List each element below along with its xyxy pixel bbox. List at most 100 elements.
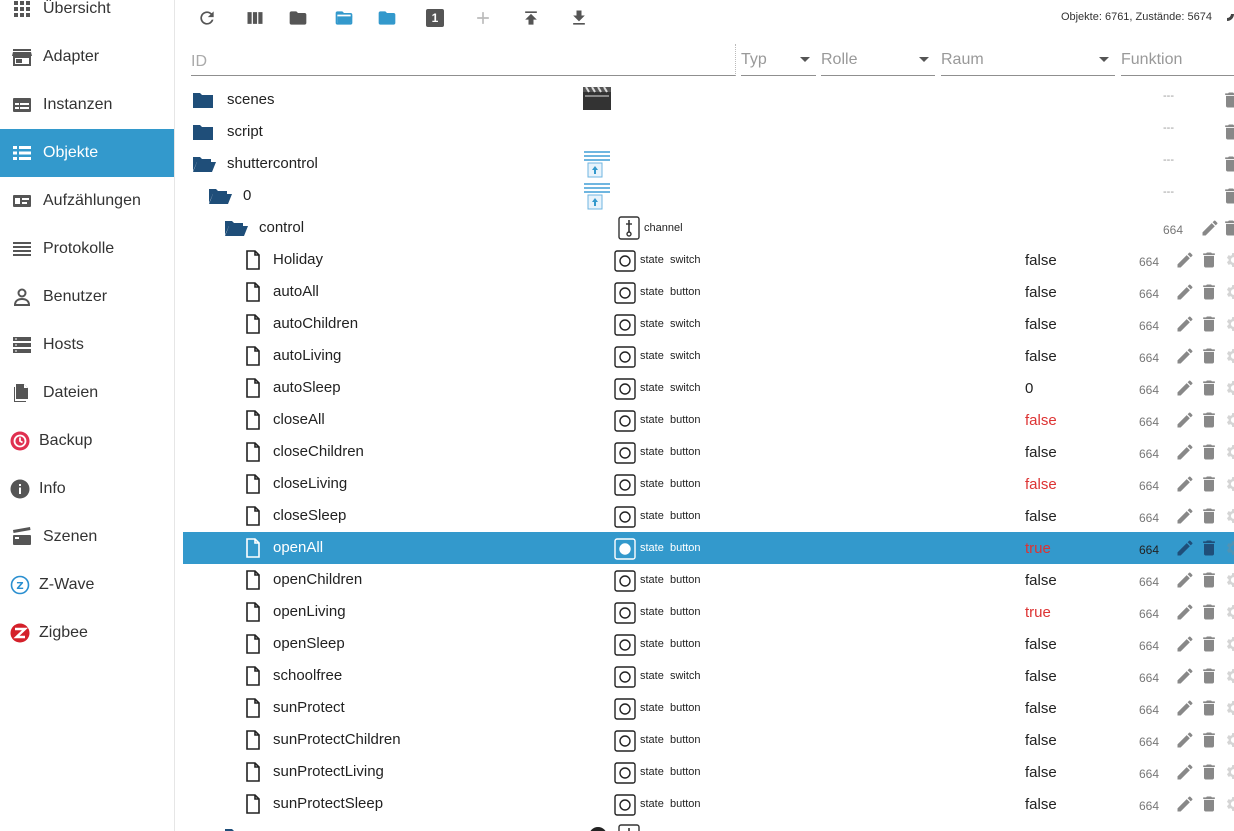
sidebar-item-dateien[interactable]: Dateien xyxy=(0,369,174,417)
object-value[interactable]: false xyxy=(1025,348,1057,365)
delete-icon[interactable] xyxy=(1221,154,1234,174)
object-value[interactable]: false xyxy=(1025,316,1057,333)
upload-button[interactable] xyxy=(519,6,543,30)
gear-icon[interactable] xyxy=(1223,410,1234,430)
tree-row-state[interactable]: openLiving state button true 664 xyxy=(183,596,1234,628)
gear-icon[interactable] xyxy=(1223,250,1234,270)
gear-icon[interactable] xyxy=(1223,570,1234,590)
columns-button[interactable] xyxy=(243,6,267,30)
object-value[interactable]: false xyxy=(1025,764,1057,781)
edit-icon[interactable] xyxy=(1175,410,1195,430)
function-filter[interactable]: Funktion xyxy=(1121,44,1234,76)
id-filter[interactable] xyxy=(191,44,736,76)
type-filter[interactable]: Typ xyxy=(741,44,816,76)
edit-icon[interactable] xyxy=(1200,218,1220,238)
delete-icon[interactable] xyxy=(1199,730,1219,750)
delete-icon[interactable] xyxy=(1199,634,1219,654)
tree-row-folder[interactable]: scenes --- xyxy=(183,84,1234,116)
gear-icon[interactable] xyxy=(1223,794,1234,814)
tree-row-state[interactable]: openSleep state button false 664 xyxy=(183,628,1234,660)
tree-row-state[interactable]: sunProtectSleep state button false 664 xyxy=(183,788,1234,820)
object-value[interactable]: false xyxy=(1025,444,1057,461)
edit-icon[interactable] xyxy=(1175,442,1195,462)
sidebar-item-z-wave[interactable]: Z Z-Wave xyxy=(0,561,174,609)
tree-row-state[interactable]: Holiday state switch false 664 xyxy=(183,244,1234,276)
delete-icon[interactable] xyxy=(1199,570,1219,590)
collapse-all-button[interactable] xyxy=(286,6,310,30)
sidebar-item-zigbee[interactable]: Zigbee xyxy=(0,609,174,657)
delete-icon[interactable] xyxy=(1199,762,1219,782)
edit-icon[interactable] xyxy=(1175,634,1195,654)
tree-row-state[interactable]: closeSleep state button false 664 xyxy=(183,500,1234,532)
object-value[interactable]: false xyxy=(1025,476,1057,493)
tree-row-folder[interactable]: control channel 664 xyxy=(183,212,1234,244)
tree-row-state[interactable]: closeChildren state button false 664 xyxy=(183,436,1234,468)
id-filter-input[interactable] xyxy=(191,44,735,74)
delete-icon[interactable] xyxy=(1221,218,1234,238)
tree-row-folder[interactable]: script --- xyxy=(183,116,1234,148)
edit-icon[interactable] xyxy=(1175,698,1195,718)
edit-icon[interactable] xyxy=(1175,538,1195,558)
gear-icon[interactable] xyxy=(1223,282,1234,302)
object-value[interactable]: true xyxy=(1025,604,1051,621)
refresh-button[interactable] xyxy=(195,6,219,30)
add-object-button[interactable] xyxy=(471,6,495,30)
gear-icon[interactable] xyxy=(1223,538,1234,558)
tree-row-state[interactable]: sunProtectChildren state button false 664 xyxy=(183,724,1234,756)
object-value[interactable]: false xyxy=(1025,796,1057,813)
object-value[interactable]: false xyxy=(1025,284,1057,301)
edit-icon[interactable] xyxy=(1175,730,1195,750)
sidebar-item-objekte[interactable]: Objekte xyxy=(0,129,174,177)
sidebar-item-instanzen[interactable]: Instanzen xyxy=(0,81,174,129)
edit-icon[interactable] xyxy=(1175,762,1195,782)
tree-row-state[interactable]: closeLiving state button false 664 xyxy=(183,468,1234,500)
room-filter[interactable]: Raum xyxy=(941,44,1115,76)
edit-icon[interactable] xyxy=(1175,666,1195,686)
tree-row-state[interactable]: openAll state button true 664 xyxy=(183,532,1234,564)
delete-icon[interactable] xyxy=(1199,314,1219,334)
tree-row-state[interactable]: sunProtectLiving state button false 664 xyxy=(183,756,1234,788)
tree-row-folder[interactable]: shuttercontrol --- xyxy=(183,148,1234,180)
delete-icon[interactable] xyxy=(1199,602,1219,622)
tree-row-state[interactable]: openChildren state button false 664 xyxy=(183,564,1234,596)
gear-icon[interactable] xyxy=(1223,474,1234,494)
tree-row-folder[interactable]: 0 --- xyxy=(183,180,1234,212)
delete-icon[interactable] xyxy=(1199,442,1219,462)
tree-row-state[interactable]: autoLiving state switch false 664 xyxy=(183,340,1234,372)
object-value[interactable]: true xyxy=(1025,540,1051,557)
delete-icon[interactable] xyxy=(1221,186,1234,206)
gear-icon[interactable] xyxy=(1223,442,1234,462)
edit-icon[interactable] xyxy=(1175,474,1195,494)
sidebar-item-adapter[interactable]: Adapter xyxy=(0,33,174,81)
gear-icon[interactable] xyxy=(1223,506,1234,526)
tree-row-state[interactable]: closeAll state button false 664 xyxy=(183,404,1234,436)
edit-icon[interactable] xyxy=(1175,282,1195,302)
sidebar-item-szenen[interactable]: Szenen xyxy=(0,513,174,561)
sidebar-item-hosts[interactable]: Hosts xyxy=(0,321,174,369)
delete-icon[interactable] xyxy=(1199,410,1219,430)
delete-icon[interactable] xyxy=(1221,90,1234,110)
sidebar-item-aufzählungen[interactable]: Aufzählungen xyxy=(0,177,174,225)
expert-mode-button[interactable]: 1 xyxy=(423,6,447,30)
gear-icon[interactable] xyxy=(1223,634,1234,654)
gear-icon[interactable] xyxy=(1223,730,1234,750)
sidebar-item-protokolle[interactable]: Protokolle xyxy=(0,225,174,273)
tree-row-folder[interactable] xyxy=(183,820,1234,831)
edit-icon[interactable] xyxy=(1175,378,1195,398)
gear-icon[interactable] xyxy=(1223,698,1234,718)
delete-icon[interactable] xyxy=(1199,666,1219,686)
delete-icon[interactable] xyxy=(1199,698,1219,718)
tree-row-state[interactable]: autoAll state button false 664 xyxy=(183,276,1234,308)
gear-icon[interactable] xyxy=(1223,602,1234,622)
object-value[interactable]: false xyxy=(1025,412,1057,429)
sidebar-item-benutzer[interactable]: Benutzer xyxy=(0,273,174,321)
delete-icon[interactable] xyxy=(1199,538,1219,558)
object-value[interactable]: false xyxy=(1025,732,1057,749)
delete-icon[interactable] xyxy=(1199,346,1219,366)
edit-icon[interactable] xyxy=(1175,346,1195,366)
sidebar-item-backup[interactable]: Backup xyxy=(0,417,174,465)
edit-icon[interactable] xyxy=(1175,602,1195,622)
expand-all-button[interactable] xyxy=(332,6,356,30)
edit-icon[interactable] xyxy=(1175,314,1195,334)
object-value[interactable]: 0 xyxy=(1025,380,1033,397)
